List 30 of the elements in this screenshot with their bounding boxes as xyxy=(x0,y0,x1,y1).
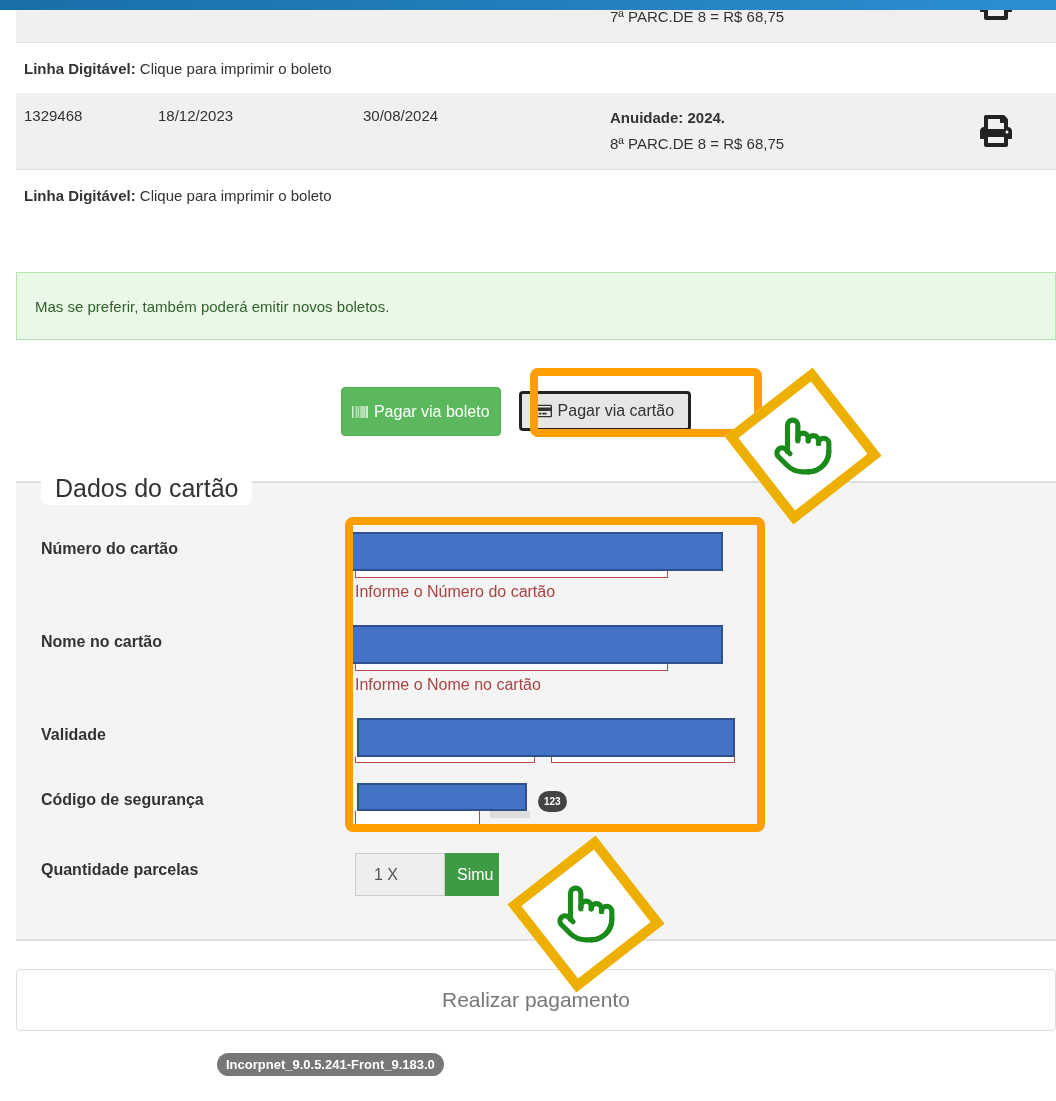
installment-parcel: 8ª PARC.DE 8 = R$ 68,75 xyxy=(610,134,786,154)
barcode-icon xyxy=(351,403,368,420)
field-label: Código de segurança xyxy=(41,790,205,810)
table-cell: 18/12/2023 xyxy=(158,107,234,124)
print-icon[interactable] xyxy=(980,115,1012,147)
error-message: Informe o Nome no cartão xyxy=(355,676,541,694)
installment-title: Anuidade: 2024. xyxy=(610,108,727,128)
input-addon xyxy=(490,811,530,818)
input-field[interactable] xyxy=(551,757,735,763)
installment-parcel: 7ª PARC.DE 8 = R$ 68,75 xyxy=(610,10,786,27)
table-cell: 1329468 xyxy=(24,107,83,124)
cvv-hint-badge: 123 xyxy=(538,791,567,812)
barcode-line-link[interactable]: Linha Digitável: Clique para imprimir o boleto xyxy=(24,186,332,204)
field-label: Número do cartão xyxy=(41,539,179,559)
installments-select[interactable]: 1 X xyxy=(355,853,445,896)
input-field[interactable] xyxy=(355,571,668,578)
field-label: Validade xyxy=(41,725,107,745)
credit-card-icon xyxy=(535,403,552,419)
field-label: Quantidade parcelas xyxy=(41,860,200,880)
version-badge: Incorpnet_9.0.5.241-Front_9.183.0 xyxy=(217,1053,444,1076)
input-field[interactable] xyxy=(355,757,535,763)
table-cell: 30/08/2024 xyxy=(363,107,439,124)
simulate-button[interactable]: Simu xyxy=(445,853,499,896)
submit-payment-button[interactable]: Realizar pagamento xyxy=(16,969,1056,1031)
payment-tab[interactable]: Pagar via cartão xyxy=(518,391,692,431)
barcode-line-link[interactable]: Linha Digitável: Clique para imprimir o boleto xyxy=(24,59,332,77)
input-field[interactable] xyxy=(355,664,668,671)
info-alert: Mas se preferir, também poderá emitir novos boletos. xyxy=(16,272,1056,340)
error-message: Informe o Número do cartão xyxy=(355,583,556,601)
field-label: Nome no cartão xyxy=(41,632,163,652)
